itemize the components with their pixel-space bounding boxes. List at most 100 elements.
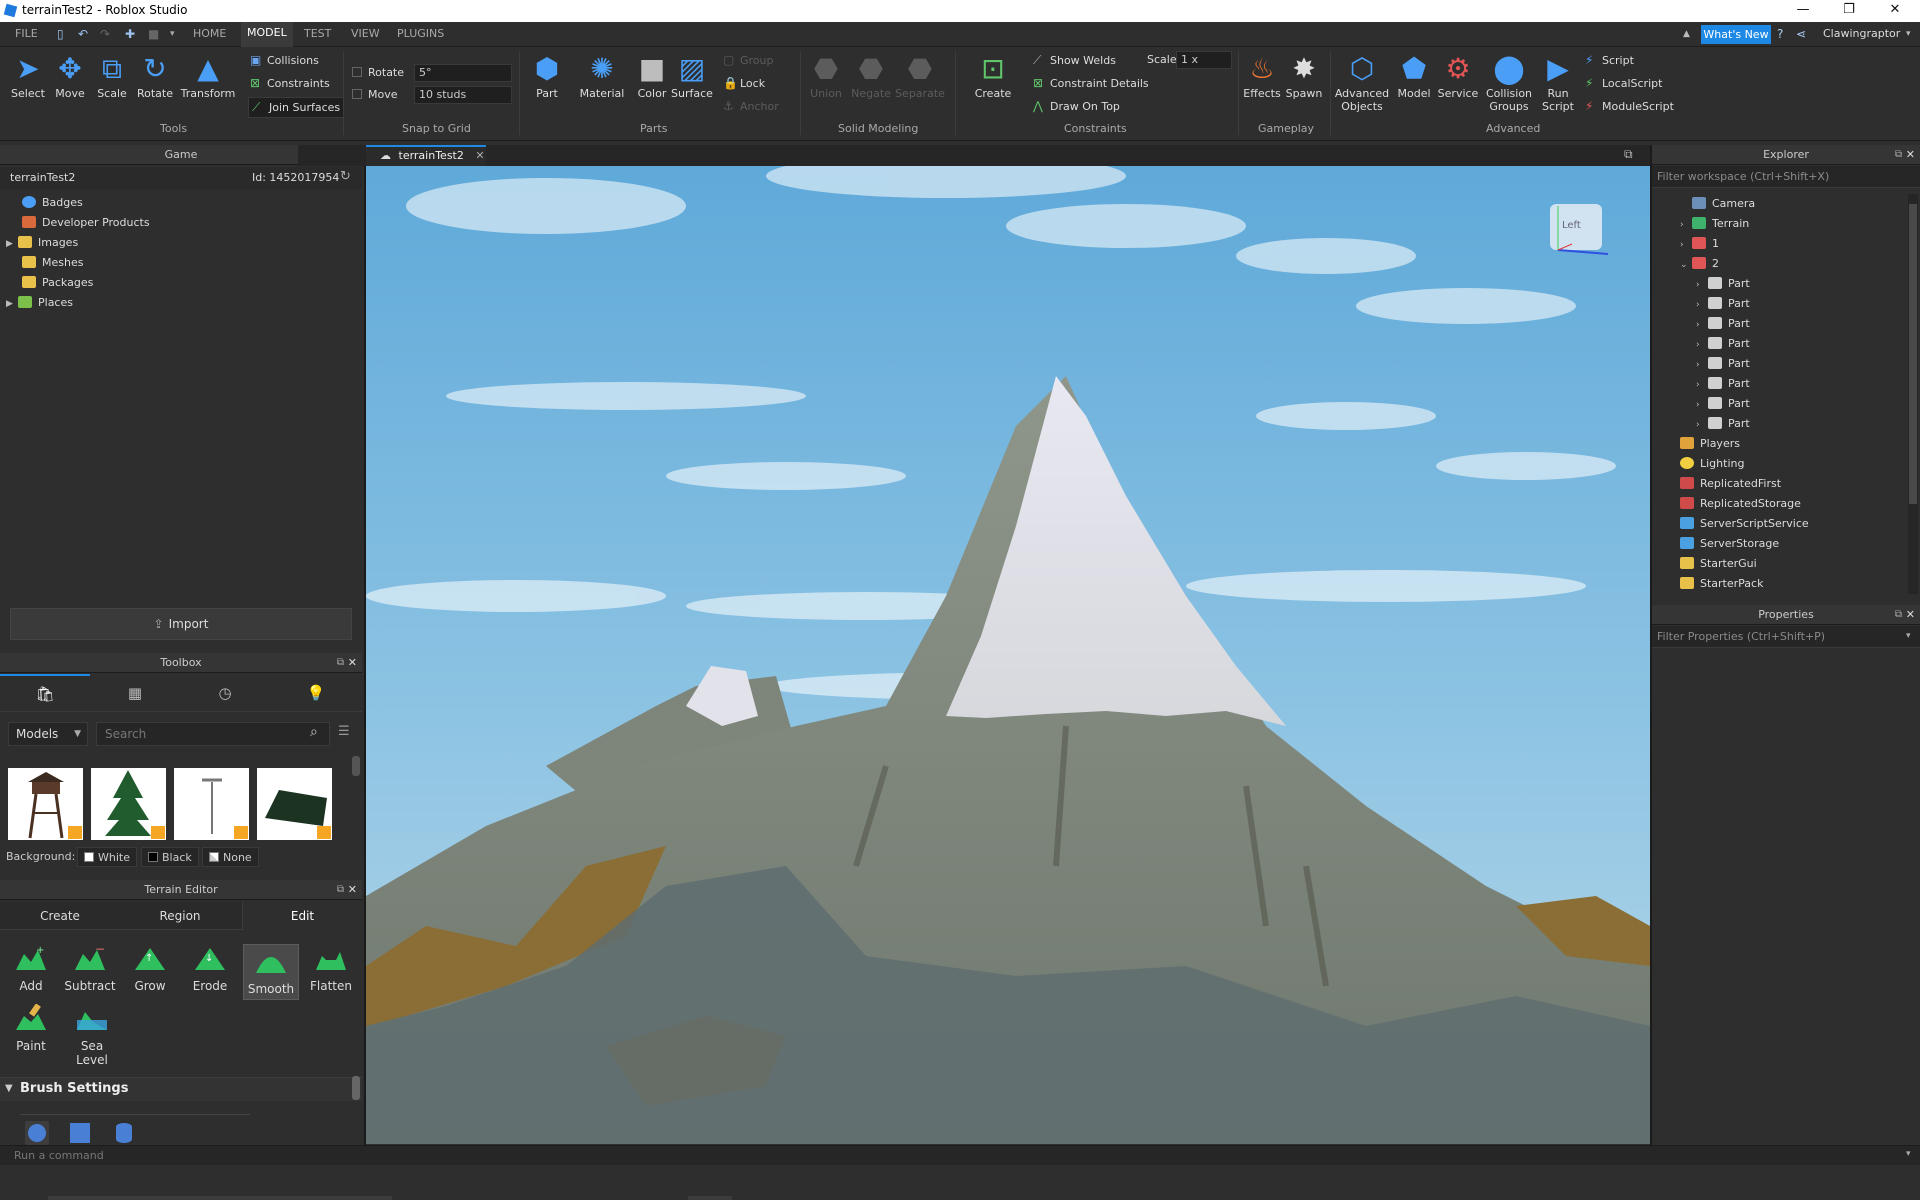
minimize-button[interactable]: — [1780, 0, 1826, 22]
explorer-filter-input[interactable]: Filter workspace (Ctrl+Shift+X) [1652, 166, 1920, 188]
insert-script-button[interactable]: ⚡ Script [1585, 53, 1634, 67]
terrain-add-tool[interactable]: + Add [5, 944, 57, 993]
move-button[interactable]: ✥ Move [50, 53, 90, 101]
menu-test[interactable]: TEST [304, 27, 331, 40]
undock-icon[interactable]: ⧉ [337, 653, 344, 673]
whats-new-button[interactable]: What's New [1701, 25, 1771, 44]
constraint-scale-field[interactable]: 1 x [1176, 51, 1232, 69]
inventory-tab-grid-icon[interactable]: ▦ [90, 674, 180, 712]
menu-home[interactable]: HOME [193, 27, 226, 40]
draw-on-top-toggle[interactable]: ⋀ Draw On Top [1033, 99, 1120, 113]
anchor-button[interactable]: ⚓ Anchor [723, 99, 779, 113]
show-welds-toggle[interactable]: ⟋ Show Welds [1033, 53, 1116, 68]
move-snap-field[interactable]: 10 studs [414, 86, 512, 104]
terrain-subtract-tool[interactable]: − Subtract [64, 942, 116, 993]
terrain-paint-tool[interactable]: Paint [5, 1003, 57, 1053]
close-panel-icon[interactable]: ✕ [1906, 145, 1915, 165]
tree-item-camera[interactable]: Camera [1680, 194, 1755, 214]
lock-button[interactable]: 🔒 Lock [723, 76, 765, 90]
sphere-brush-option[interactable] [25, 1121, 49, 1145]
undock-icon[interactable]: ⧉ [337, 880, 344, 900]
close-panel-icon[interactable]: ✕ [348, 653, 357, 673]
game-item-images[interactable]: ▶ Images [6, 233, 78, 253]
stop-icon[interactable]: ■ [148, 28, 160, 40]
constraint-details-toggle[interactable]: ⊠ Constraint Details [1033, 76, 1149, 90]
move-snap-checkbox[interactable] [352, 89, 362, 99]
close-panel-icon[interactable]: ✕ [348, 880, 357, 900]
menu-plugins[interactable]: PLUGINS [397, 27, 444, 40]
terrain-smooth-tool[interactable]: Smooth [243, 944, 299, 1000]
constraints-toggle[interactable]: ⊠ Constraints [250, 76, 330, 90]
material-button[interactable]: ✺ Material [578, 53, 626, 101]
collapse-ribbon-icon[interactable]: ▲ [1683, 28, 1695, 40]
terrain-erode-tool[interactable]: ↓ Erode [184, 944, 236, 993]
tree-item-part[interactable]: › Part [1696, 414, 1750, 434]
move-snap-toggle[interactable]: Move [352, 88, 398, 101]
toolbox-item-pine-tree[interactable] [91, 768, 166, 840]
toolbox-item-street-lamp[interactable] [174, 768, 249, 840]
menu-view[interactable]: VIEW [351, 27, 380, 40]
spawn-button[interactable]: ✸ Spawn [1284, 53, 1324, 101]
tree-item-players[interactable]: Players [1668, 434, 1740, 454]
collisions-toggle[interactable]: ▣ Collisions [250, 53, 319, 67]
menu-file[interactable]: FILE [15, 27, 38, 40]
select-button[interactable]: ➤ Select [8, 53, 48, 101]
advanced-objects-button[interactable]: ⬡ Advanced Objects [1334, 53, 1390, 114]
part-button[interactable]: ⬢ Part [527, 53, 567, 101]
properties-filter-input[interactable]: Filter Properties (Ctrl+Shift+P) [1652, 626, 1920, 648]
cube-brush-option[interactable] [70, 1123, 90, 1143]
background-black-option[interactable]: Black [141, 847, 199, 867]
toolbox-scrollbar[interactable] [352, 756, 360, 776]
tab-region[interactable]: Region [120, 902, 240, 930]
terrain-scrollbar[interactable] [352, 1076, 360, 1100]
tree-item-serverstorage[interactable]: ServerStorage [1668, 534, 1779, 554]
undo-icon[interactable]: ↶ [78, 28, 90, 40]
game-item-places[interactable]: ▶ Places [6, 293, 73, 313]
rotate-snap-field[interactable]: 5° [414, 64, 512, 82]
layout-toggle-icon[interactable]: ⧉ [1624, 147, 1633, 162]
service-button[interactable]: ⚙ Service [1436, 53, 1480, 101]
group-button[interactable]: ▢ Group [723, 53, 774, 67]
rotate-snap-checkbox[interactable] [352, 67, 362, 77]
import-button[interactable]: ⇪ Import [10, 608, 352, 640]
color-button[interactable]: ■ Color [633, 53, 671, 101]
customize-toolbar-icon[interactable]: ▾ [170, 28, 182, 40]
tree-item-starterpack[interactable]: StarterPack [1668, 574, 1763, 594]
background-none-option[interactable]: None [202, 847, 259, 867]
join-surfaces-toggle[interactable]: ⟋ Join Surfaces [248, 97, 345, 118]
create-constraint-button[interactable]: ⊡ Create [970, 53, 1016, 101]
tree-item-part[interactable]: › Part [1696, 334, 1750, 354]
tree-item-model-2[interactable]: ⌄ 2 [1680, 254, 1719, 274]
undock-icon[interactable]: ⧉ [1895, 605, 1902, 625]
rotate-button[interactable]: ↻ Rotate [134, 53, 176, 101]
chevron-down-icon[interactable]: ▾ [1906, 631, 1911, 641]
tree-item-part[interactable]: › Part [1696, 314, 1750, 334]
effects-button[interactable]: ♨ Effects [1242, 53, 1282, 101]
toolbox-item-bunker[interactable] [257, 768, 332, 840]
tree-item-part[interactable]: › Part [1696, 394, 1750, 414]
redo-icon[interactable]: ↷ [100, 28, 112, 40]
tree-item-model-1[interactable]: › 1 [1680, 234, 1719, 254]
tree-item-part[interactable]: › Part [1696, 354, 1750, 374]
user-menu-chevron-icon[interactable]: ▾ [1906, 28, 1918, 40]
terrain-flatten-tool[interactable]: Flatten [305, 944, 357, 993]
share-icon[interactable]: ⋖ [1796, 28, 1808, 40]
undock-icon[interactable]: ⧉ [1895, 145, 1902, 165]
document-tab[interactable]: ☁ terrainTest2 ✕ [366, 145, 486, 166]
background-white-option[interactable]: White [77, 847, 137, 867]
terrain-sea-level-tool[interactable]: Sea Level [64, 1004, 120, 1067]
help-icon[interactable]: ? [1777, 28, 1789, 40]
tab-create[interactable]: Create [0, 902, 120, 930]
tree-item-terrain[interactable]: › Terrain [1680, 214, 1749, 234]
publish-icon[interactable]: ✚ [125, 28, 137, 40]
tree-item-lighting[interactable]: Lighting [1668, 454, 1744, 474]
cylinder-brush-option[interactable] [116, 1123, 132, 1143]
close-window-button[interactable]: ✕ [1872, 0, 1918, 22]
explorer-scrollbar-thumb[interactable] [1909, 204, 1917, 504]
category-dropdown[interactable]: Models ▼ [8, 722, 88, 746]
chevron-down-icon[interactable]: ▾ [1906, 1149, 1911, 1159]
3d-viewport[interactable]: Left [366, 166, 1650, 1144]
username[interactable]: Clawingraptor [1823, 27, 1900, 40]
new-file-icon[interactable]: ▯ [57, 28, 69, 40]
maximize-button[interactable]: ❐ [1826, 0, 1872, 22]
